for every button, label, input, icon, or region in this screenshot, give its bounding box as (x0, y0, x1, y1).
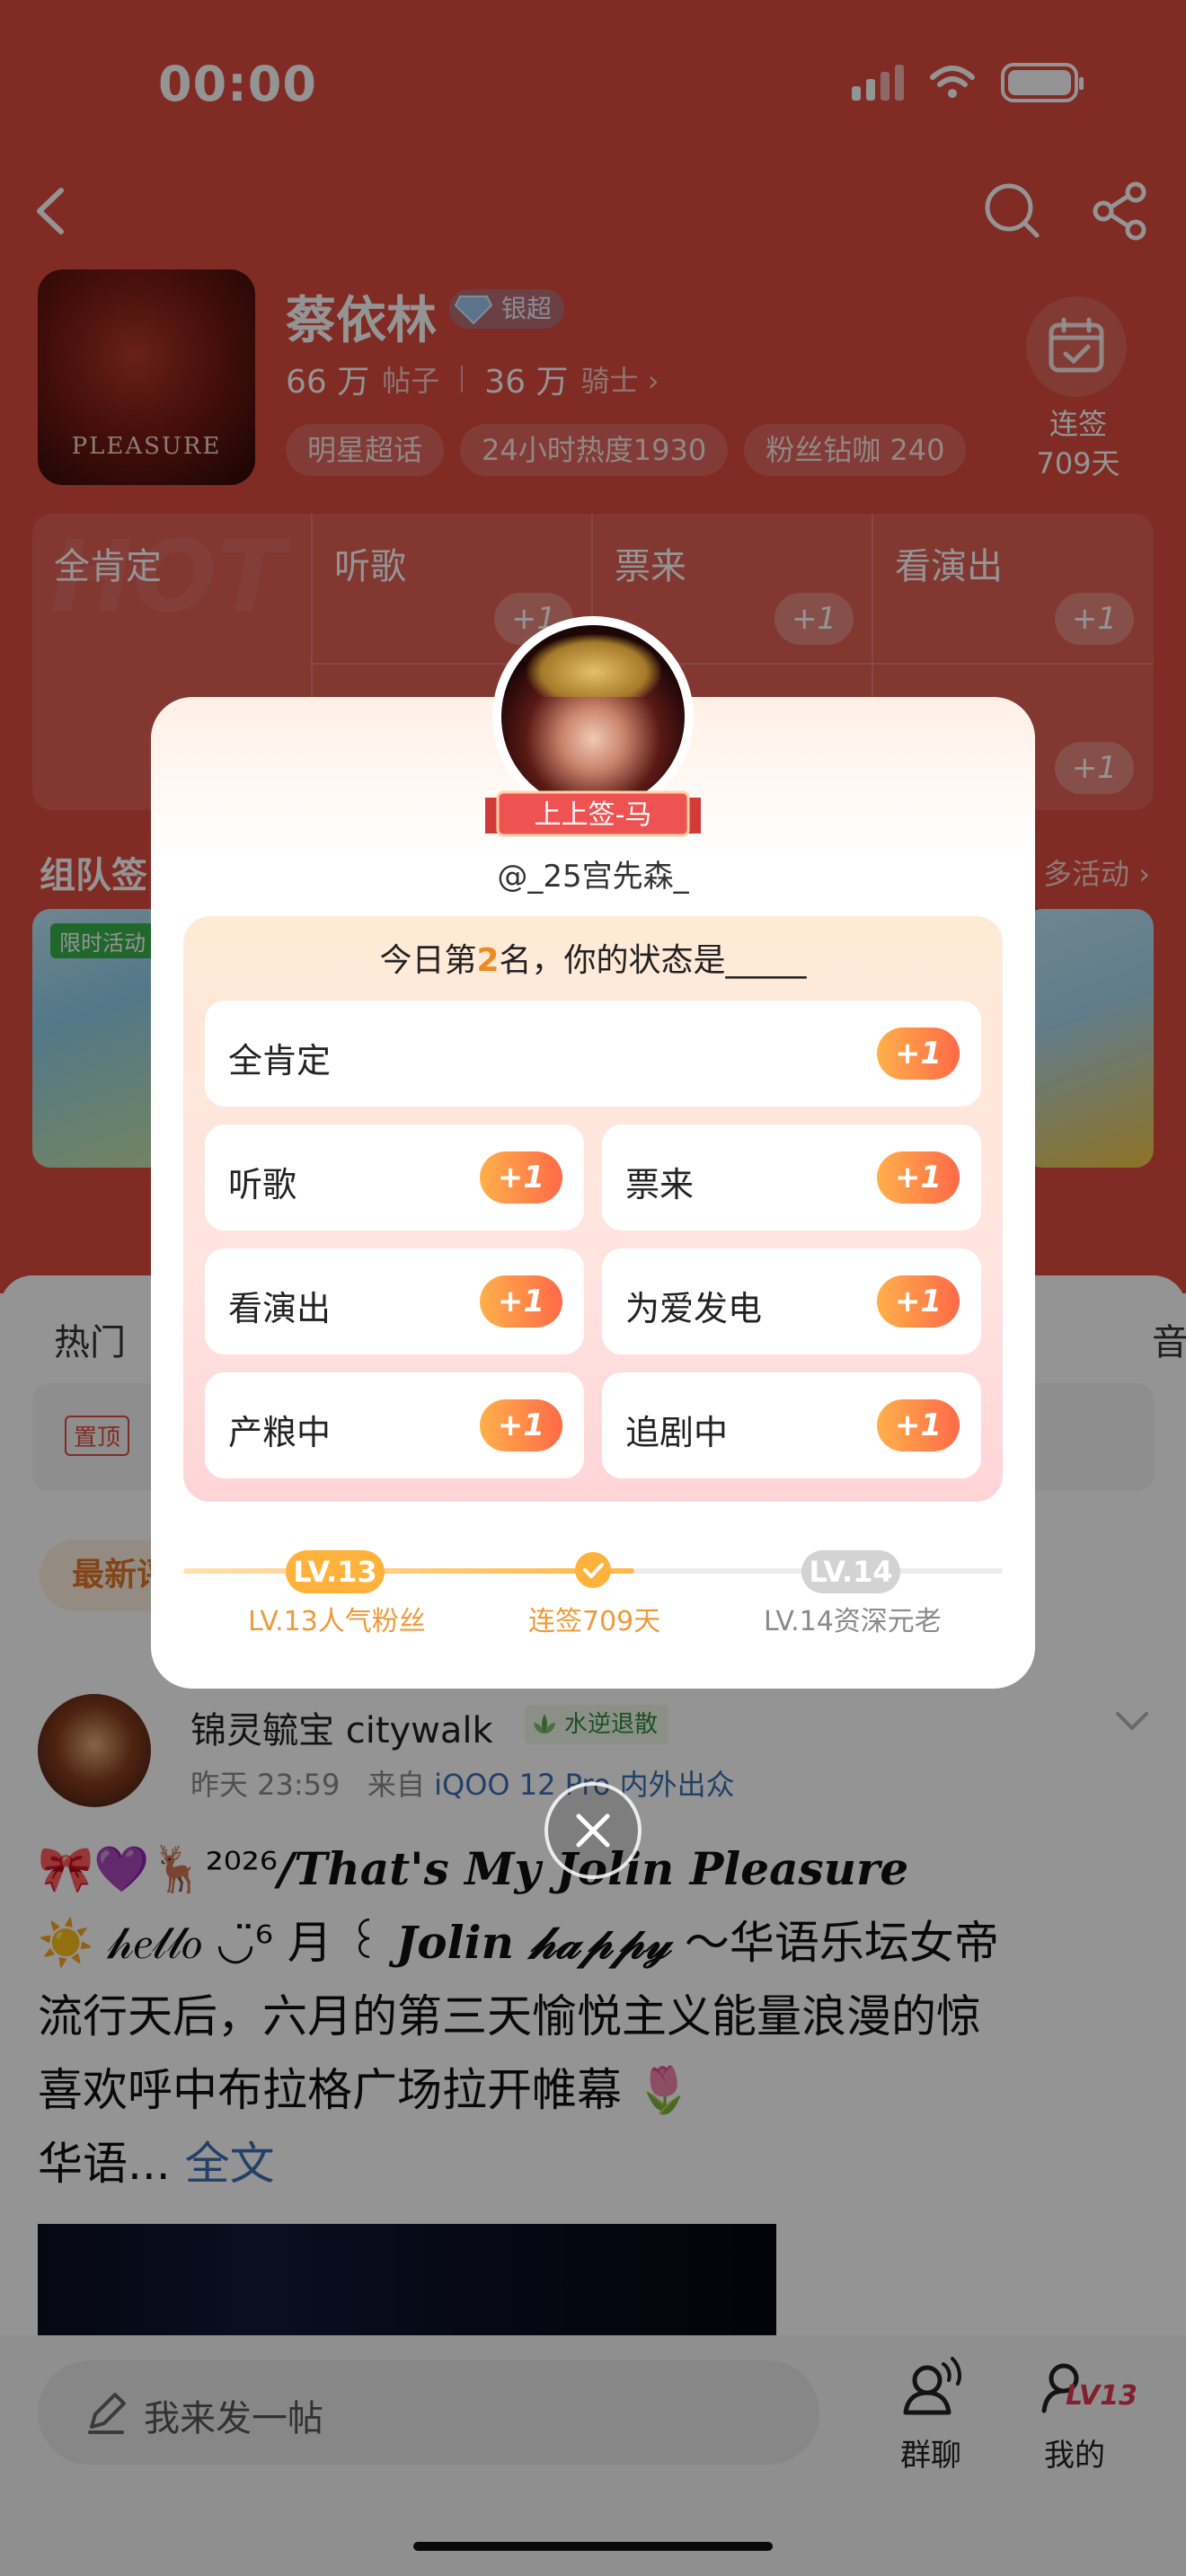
plus-one-button[interactable]: +1 (480, 1275, 562, 1328)
close-icon (576, 1813, 610, 1848)
rank-number: 2 (476, 942, 500, 979)
modal-username: @_25宫先森_ (497, 859, 689, 895)
status-option[interactable]: 产粮中 +1 (205, 1372, 584, 1478)
crown-decoration (527, 634, 661, 697)
plus-one-button[interactable]: +1 (480, 1151, 562, 1204)
plus-one-button[interactable]: +1 (877, 1275, 960, 1328)
question-suffix: 名，你的状态是_____ (499, 942, 807, 979)
streak-check-icon (575, 1552, 611, 1588)
status-option[interactable]: 全肯定 +1 (205, 1001, 981, 1107)
plus-one-button[interactable]: +1 (480, 1399, 562, 1451)
level-next-pill: LV.14 (801, 1550, 900, 1593)
modal-avatar (501, 625, 685, 808)
status-option[interactable]: 追剧中 +1 (602, 1372, 981, 1478)
status-option[interactable]: 看演出 +1 (205, 1248, 584, 1354)
plus-one-button[interactable]: +1 (877, 1028, 960, 1080)
level-current-caption: LV.13人气粉丝 (248, 1606, 426, 1637)
level-progress-fill (183, 1568, 634, 1574)
close-modal-button[interactable] (544, 1782, 642, 1879)
status-option[interactable]: 听歌 +1 (205, 1125, 584, 1231)
plus-one-button[interactable]: +1 (877, 1399, 960, 1451)
status-option-label: 追剧中 (625, 1413, 729, 1452)
level-current-pill: LV.13 (286, 1550, 385, 1593)
plus-one-button[interactable]: +1 (877, 1151, 960, 1204)
status-option[interactable]: 为爱发电 +1 (602, 1248, 981, 1354)
status-option-label: 产粮中 (228, 1413, 332, 1452)
streak-caption: 连签709天 (528, 1606, 661, 1637)
status-option-label: 看演出 (228, 1289, 332, 1328)
rank-ribbon-text: 上上签-马 (534, 799, 652, 831)
status-option-label: 票来 (625, 1165, 695, 1204)
status-option-label: 全肯定 (228, 1041, 332, 1081)
status-question: 今日第2名，你的状态是_____ (183, 934, 1003, 981)
status-option-label: 听歌 (228, 1165, 297, 1204)
status-option-label: 为爱发电 (625, 1289, 763, 1328)
question-prefix: 今日第 (379, 942, 477, 979)
level-next-caption: LV.14资深元老 (764, 1606, 942, 1637)
status-option[interactable]: 票来 +1 (602, 1125, 981, 1231)
